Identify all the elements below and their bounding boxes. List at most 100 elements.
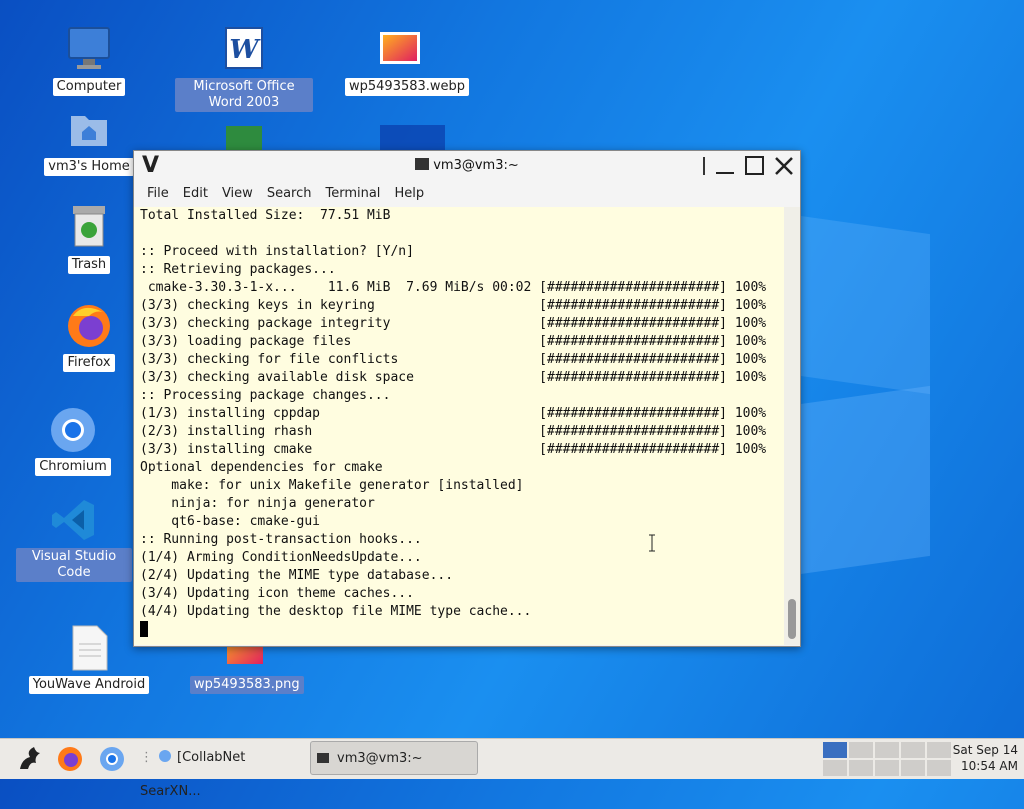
desktop-icon-youwave[interactable]: YouWave Android xyxy=(28,624,150,694)
menu-bar: File Edit View Search Terminal Help xyxy=(134,181,800,207)
icon-label: YouWave Android xyxy=(28,676,150,694)
terminal-line: (2/3) installing rhash [################… xyxy=(140,424,767,439)
terminal-line: (1/4) Arming ConditionNeedsUpdate... xyxy=(140,550,422,565)
workspace-2[interactable] xyxy=(848,741,874,759)
desktop-icon-firefox[interactable]: Firefox xyxy=(34,302,144,372)
workspace-9[interactable] xyxy=(900,759,926,777)
icon-label: Microsoft Office Word 2003 xyxy=(175,78,313,112)
vscode-icon xyxy=(50,496,98,544)
terminal-icon xyxy=(415,158,430,170)
chromium-icon xyxy=(49,406,97,454)
word-doc-icon: W xyxy=(220,26,268,74)
firefox-icon xyxy=(65,302,113,350)
workspace-3[interactable] xyxy=(874,741,900,759)
separator-icon: ⋮ xyxy=(140,750,153,765)
menu-file[interactable]: File xyxy=(140,181,176,206)
terminal-line: (4/4) Updating the desktop file MIME typ… xyxy=(140,604,532,619)
desktop-icon-home[interactable]: vm3's Home xyxy=(34,106,144,176)
icon-label: Firefox xyxy=(63,354,115,372)
desktop-icon-vscode[interactable]: Visual Studio Code xyxy=(16,496,132,582)
terminal-line: (1/3) installing cppdap [###############… xyxy=(140,406,767,421)
computer-icon xyxy=(65,26,113,74)
svg-text:W: W xyxy=(229,35,261,65)
scrollbar-thumb[interactable] xyxy=(788,599,796,639)
terminal-line: :: Retrieving packages... xyxy=(140,262,336,277)
icon-label: Trash xyxy=(67,256,111,274)
workspace-6[interactable] xyxy=(822,759,848,777)
terminal-line: (3/3) installing cmake [################… xyxy=(140,442,767,457)
separator xyxy=(702,155,706,177)
workspace-10[interactable] xyxy=(926,759,952,777)
taskbar: ⋮ [CollabNet SearXN... vm3@vm3:~ Sat Sep … xyxy=(0,738,1024,799)
scrollbar[interactable] xyxy=(784,207,800,645)
terminal-line: (3/3) loading package files [###########… xyxy=(140,334,767,349)
task-label: vm3@vm3:~ xyxy=(337,751,423,766)
terminal-line: :: Proceed with installation? [Y/n] xyxy=(140,244,414,259)
maximize-button[interactable] xyxy=(744,155,766,177)
clock[interactable]: Sat Sep 14 10:54 AM xyxy=(953,742,1018,774)
icon-label: wp5493583.png xyxy=(190,676,304,694)
workspace-4[interactable] xyxy=(900,741,926,759)
workspace-1[interactable] xyxy=(822,741,848,759)
menu-search[interactable]: Search xyxy=(260,181,319,206)
menu-view[interactable]: View xyxy=(215,181,260,206)
firefox-icon[interactable] xyxy=(56,745,84,773)
task-label: [CollabNet SearXN... xyxy=(140,750,246,799)
close-button[interactable] xyxy=(773,155,795,177)
menu-terminal[interactable]: Terminal xyxy=(318,181,387,206)
desktop-icon-word[interactable]: W Microsoft Office Word 2003 xyxy=(174,26,314,112)
terminal-line: :: Running post-transaction hooks... xyxy=(140,532,422,547)
terminal-line: Optional dependencies for cmake xyxy=(140,460,383,475)
terminal-line: (2/4) Updating the MIME type database... xyxy=(140,568,454,583)
terminal-output[interactable]: Total Installed Size: 77.51 MiB :: Proce… xyxy=(134,207,784,645)
window-title: vm3@vm3:~ xyxy=(134,158,800,173)
terminal-line: (3/3) checking keys in keyring [########… xyxy=(140,298,767,313)
icon-label: Chromium xyxy=(35,458,111,476)
window-title-text: vm3@vm3:~ xyxy=(433,158,519,173)
terminal-icon xyxy=(317,753,329,763)
workspace-8[interactable] xyxy=(874,759,900,777)
terminal-line: Total Installed Size: 77.51 MiB xyxy=(140,208,391,223)
minimize-button[interactable] xyxy=(714,155,736,177)
workspace-5[interactable] xyxy=(926,741,952,759)
terminal-line: cmake-3.30.3-1-x... 11.6 MiB 7.69 MiB/s … xyxy=(140,280,767,295)
menu-help[interactable]: Help xyxy=(387,181,431,206)
start-menu-icon[interactable] xyxy=(14,745,42,773)
icon-label: wp5493583.webp xyxy=(345,78,470,96)
clock-date: Sat Sep 14 xyxy=(952,743,1018,757)
desktop-icon-webp[interactable]: wp5493583.webp xyxy=(345,26,470,96)
terminal-line: (3/3) checking available disk space [###… xyxy=(140,370,767,385)
title-bar[interactable]: V vm3@vm3:~ xyxy=(134,151,800,181)
text-cursor xyxy=(140,621,148,637)
task-terminal[interactable]: vm3@vm3:~ xyxy=(310,741,478,775)
terminal-line: ninja: for ninja generator xyxy=(140,496,375,511)
excel-icon[interactable] xyxy=(226,126,262,150)
icon-label: Computer xyxy=(52,78,126,96)
ibeam-cursor-icon xyxy=(649,534,655,552)
wallpaper-light-beam xyxy=(800,385,930,575)
text-file-icon xyxy=(65,624,113,672)
terminal-line: (3/4) Updating icon theme caches... xyxy=(140,586,414,601)
menu-edit[interactable]: Edit xyxy=(176,181,215,206)
workspace-7[interactable] xyxy=(848,759,874,777)
image-file-icon xyxy=(376,26,424,74)
trash-icon xyxy=(65,204,113,252)
browser-tab-icon xyxy=(159,750,171,762)
wallpaper-light-beam xyxy=(800,215,930,395)
desktop-icon-chromium[interactable]: Chromium xyxy=(18,406,128,476)
clock-time: 10:54 AM xyxy=(961,759,1018,773)
terminal-line: make: for unix Makefile generator [insta… xyxy=(140,478,524,493)
terminal-line: (3/3) checking package integrity [######… xyxy=(140,316,767,331)
terminal-line: :: Processing package changes... xyxy=(140,388,391,403)
terminal-line: qt6-base: cmake-gui xyxy=(140,514,321,529)
icon-label: vm3's Home xyxy=(44,158,134,176)
desktop-icon-computer[interactable]: Computer xyxy=(34,26,144,96)
desktop-icon-trash[interactable]: Trash xyxy=(34,204,144,274)
home-folder-icon xyxy=(65,106,113,154)
icon-label: Visual Studio Code xyxy=(16,548,132,582)
terminal-line: (3/3) checking for file conflicts [#####… xyxy=(140,352,767,367)
task-browser[interactable]: ⋮ [CollabNet SearXN... xyxy=(134,741,306,799)
terminal-window[interactable]: V vm3@vm3:~ File Edit View Search Terminal He… xyxy=(133,150,801,647)
chromium-icon[interactable] xyxy=(98,745,126,773)
